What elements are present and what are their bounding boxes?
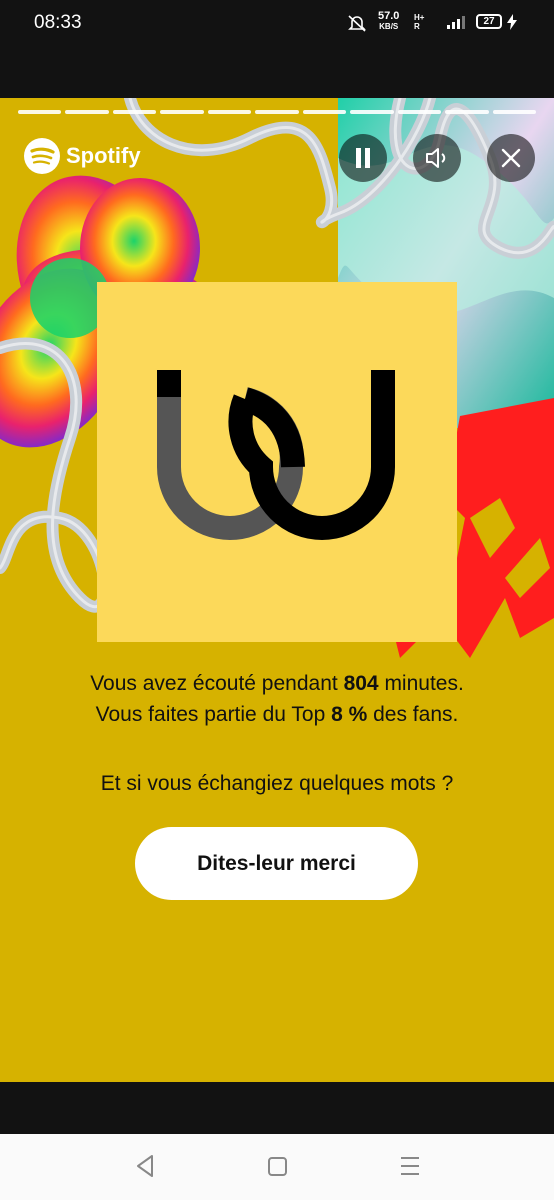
network-roaming: R (414, 22, 420, 31)
top-prefix: Vous faites partie du Top (95, 703, 332, 726)
artist-cover (97, 282, 457, 642)
wrapped-story-card[interactable]: Spotify Vous avez écouté pendant 804 min… (0, 98, 554, 1082)
minutes-prefix: Vous avez écouté pendant (90, 672, 344, 695)
net-speed-value: 57.0 (378, 10, 400, 22)
minutes-value: 804 (343, 672, 379, 695)
thanks-prompt: Et si vous échangiez quelques mots ? (100, 772, 454, 795)
muted-bell-icon (348, 15, 366, 32)
pause-icon (356, 148, 370, 168)
home-icon[interactable] (266, 1152, 290, 1180)
spotify-icon (24, 138, 60, 174)
close-button[interactable] (487, 134, 535, 182)
system-nav-bar (0, 1134, 554, 1200)
volume-button[interactable] (413, 134, 461, 182)
minutes-suffix: minutes. (378, 672, 464, 695)
top-percent-value: 8 % (331, 703, 368, 726)
net-speed-unit: KB/S (379, 22, 399, 31)
pause-button[interactable] (339, 134, 387, 182)
say-thanks-button[interactable]: Dites-leur merci (135, 827, 418, 900)
network-speed: 57.0 KB/S (378, 10, 400, 32)
top-fans-line: Vous faites partie du Top 8 % des fans. (0, 699, 554, 730)
minutes-line: Vous avez écouté pendant 804 minutes. (0, 668, 554, 699)
network-type: H+ (414, 13, 425, 22)
battery-level: 27 (483, 16, 495, 27)
close-icon (501, 148, 521, 168)
battery-icon: 27 (476, 14, 502, 29)
charging-icon (507, 14, 517, 30)
listening-stats: Vous avez écouté pendant 804 minutes. Vo… (0, 668, 554, 730)
status-time: 08:33 (34, 12, 82, 33)
volume-icon (426, 148, 446, 168)
signal-icon (447, 16, 465, 29)
top-suffix: des fans. (367, 703, 459, 726)
status-bar: 08:33 57.0 KB/S H+ R 27 (0, 0, 554, 48)
spotify-wordmark: Spotify (66, 143, 141, 168)
recents-icon[interactable] (398, 1152, 422, 1180)
story-progress-bar (18, 110, 536, 114)
mobile-network-indicator: H+ R (414, 13, 424, 31)
spotify-logo: Spotify (24, 138, 141, 174)
back-icon[interactable] (134, 1152, 156, 1180)
artist-logo (157, 370, 395, 540)
